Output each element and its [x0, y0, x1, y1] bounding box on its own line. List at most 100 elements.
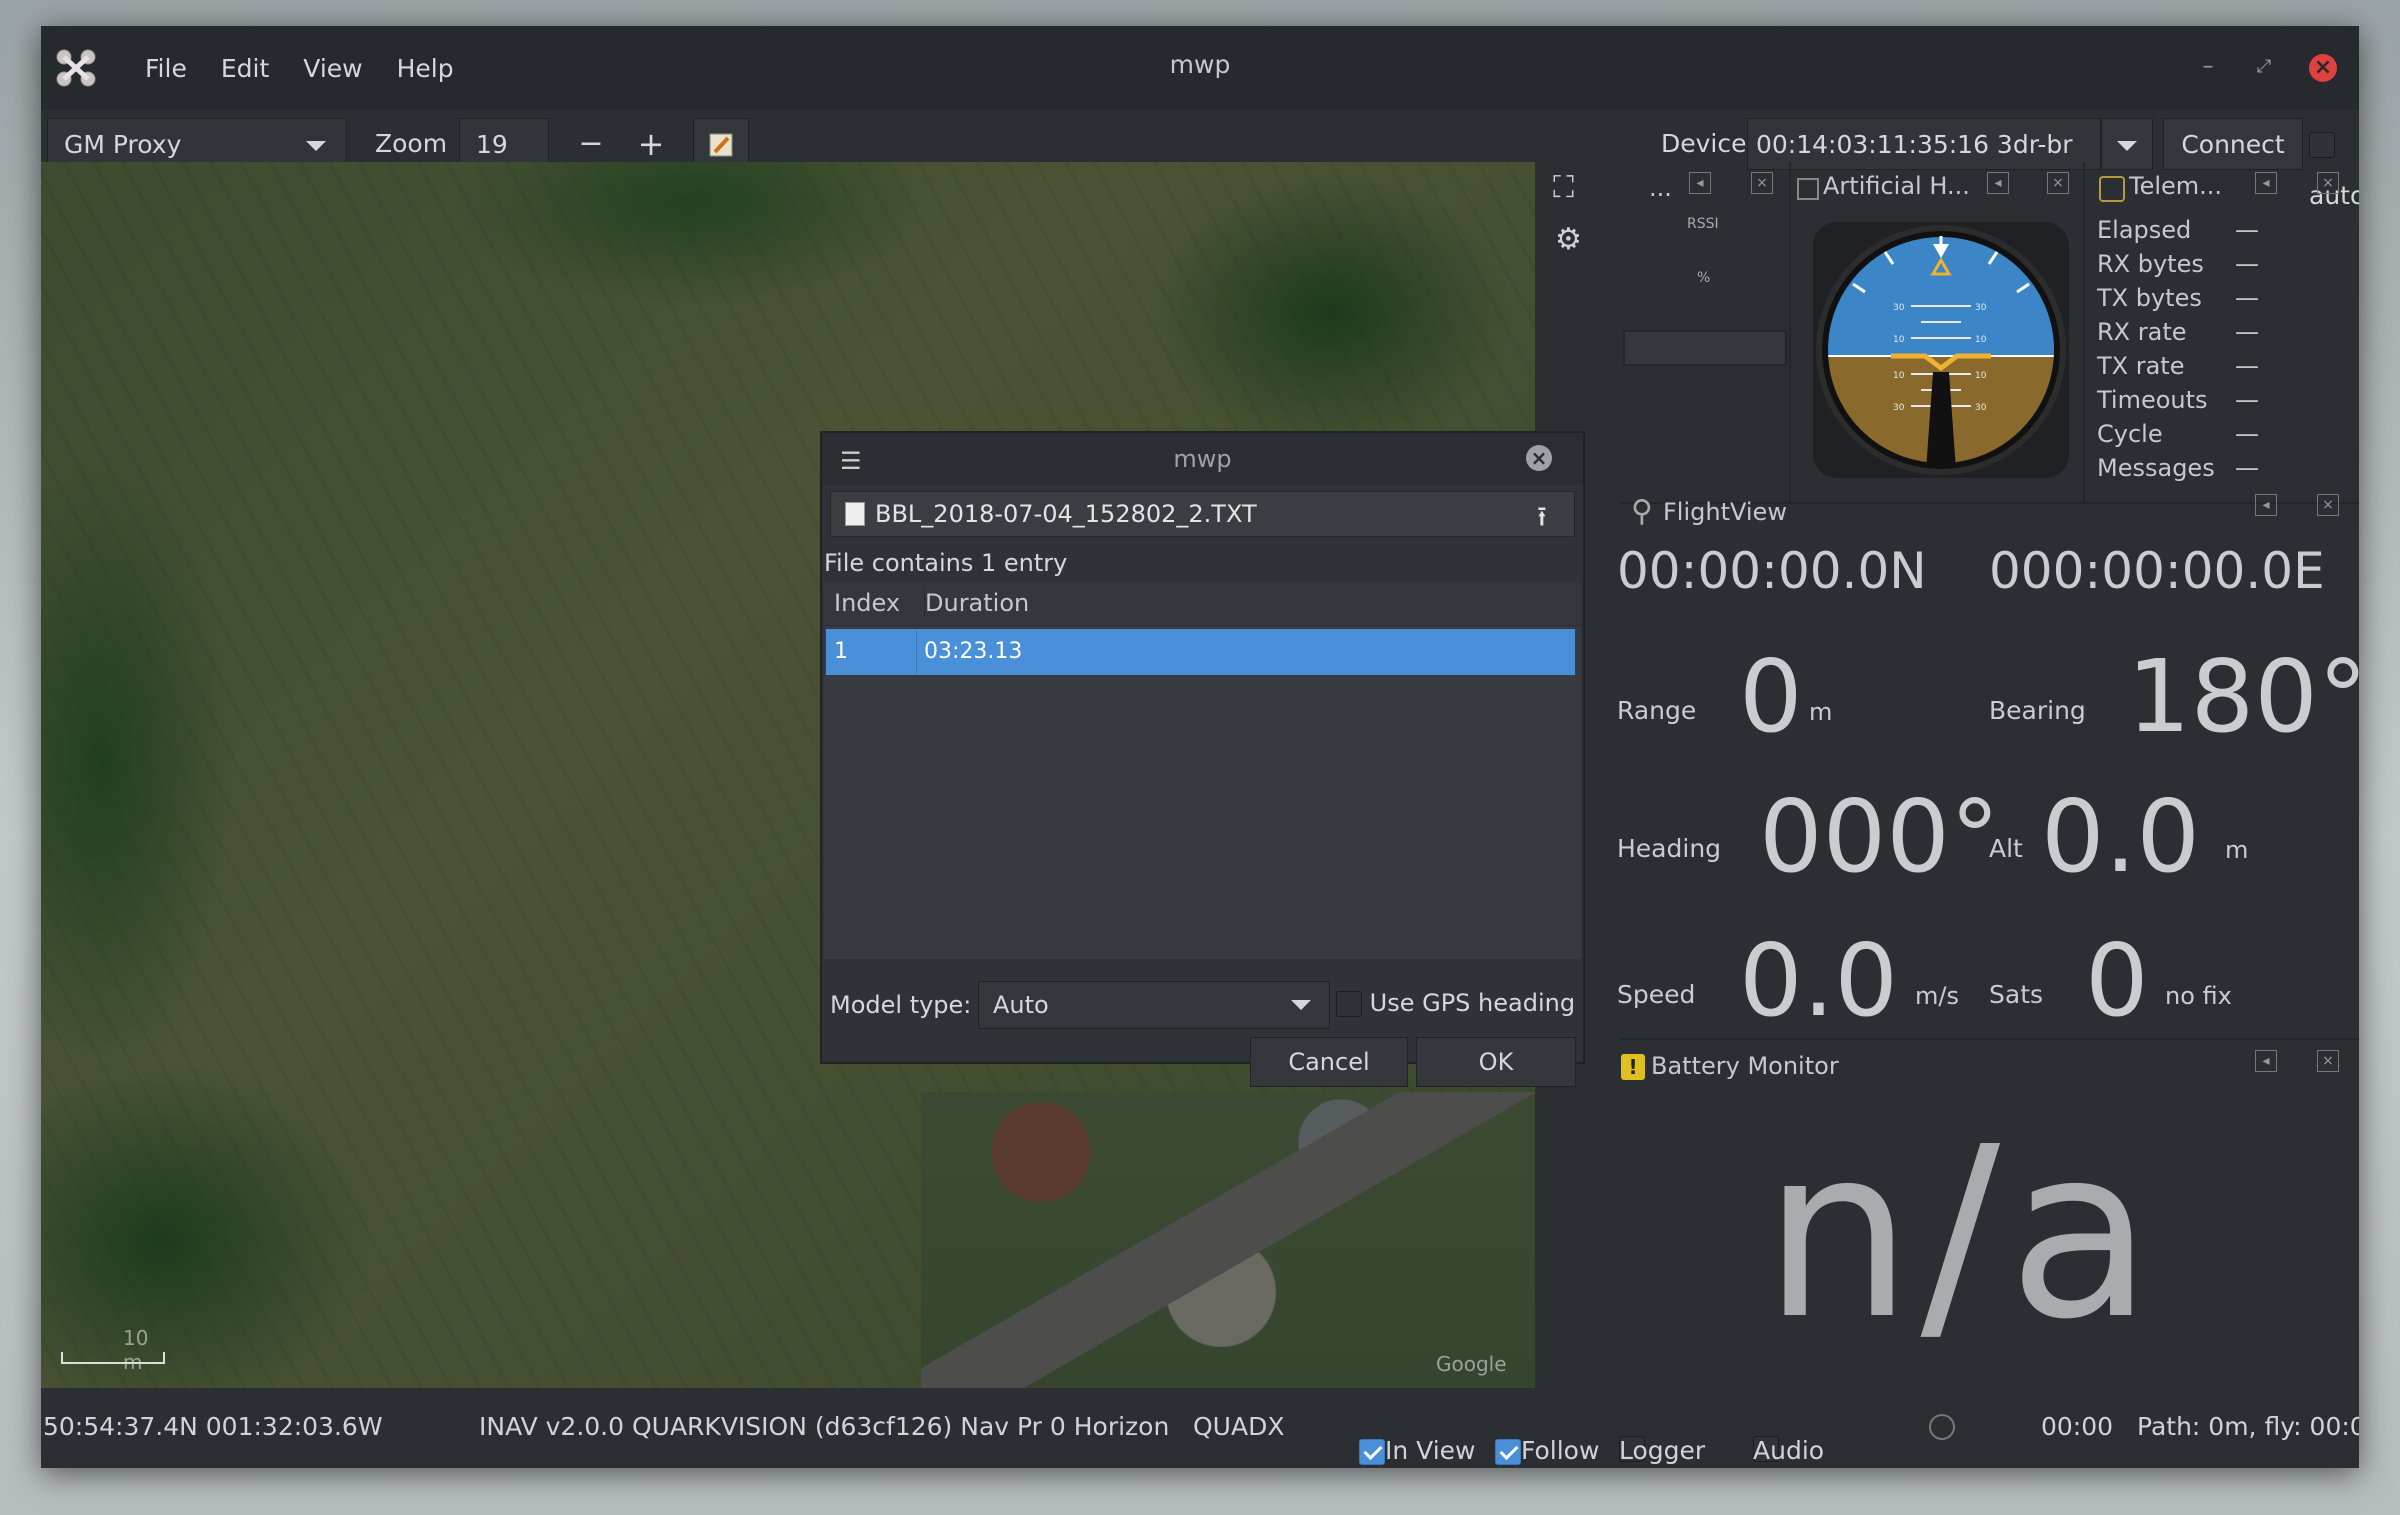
minimize-icon[interactable]: –: [2191, 50, 2225, 84]
telemetry-panel-title: Telem...: [2129, 172, 2223, 200]
follow-label: Follow: [1521, 1436, 1600, 1465]
panel-close-icon[interactable]: ×: [1751, 172, 1773, 194]
telemetry-label: TX rate: [2097, 352, 2185, 380]
device-label: Device: [1661, 129, 1747, 158]
svg-text:10: 10: [1975, 371, 1987, 381]
restore-icon[interactable]: ⤢: [2247, 50, 2281, 84]
panel-close-icon[interactable]: ×: [2317, 1050, 2339, 1072]
telemetry-label: Messages: [2097, 454, 2215, 482]
telemetry-value: —: [2235, 420, 2259, 448]
panel-float-icon[interactable]: ◂: [1987, 172, 2009, 194]
panel-float-icon[interactable]: ◂: [2255, 172, 2277, 194]
in-view-toggle[interactable]: In View: [1359, 1412, 1476, 1465]
fullscreen-icon[interactable]: ⛶: [1553, 170, 1574, 205]
gps-heading-toggle[interactable]: Use GPS heading: [1336, 989, 1575, 1017]
menu-help[interactable]: Help: [383, 48, 468, 89]
menu-file[interactable]: File: [131, 48, 201, 89]
warning-icon: !: [1621, 1054, 1645, 1080]
svg-text:10: 10: [1975, 335, 1987, 345]
log-replay-dialog: ☰ mwp × BBL_2018-07-04_152802_2.TXT ⭱ Fi…: [820, 431, 1585, 1087]
speed-unit: m/s: [1915, 982, 1959, 1010]
telemetry-label: TX bytes: [2097, 284, 2202, 312]
flightview-title: FlightView: [1663, 498, 1787, 526]
cancel-button[interactable]: Cancel: [1250, 1037, 1408, 1087]
column-header-duration[interactable]: Duration: [924, 589, 1029, 617]
panel-float-icon[interactable]: ◂: [1689, 172, 1711, 194]
dialog-info: File contains 1 entry: [824, 549, 1068, 577]
telemetry-value: —: [2235, 284, 2259, 312]
telemetry-icon: [2099, 176, 2125, 202]
sats-unit: no fix: [2165, 982, 2232, 1010]
upload-icon[interactable]: ⭱: [1537, 496, 1547, 544]
file-chooser[interactable]: BBL_2018-07-04_152802_2.TXT ⭱: [830, 491, 1575, 537]
telemetry-value: —: [2235, 386, 2259, 414]
model-type-label: Model type:: [830, 991, 972, 1019]
table-row[interactable]: 1 03:23.13: [826, 629, 1575, 675]
column-header-index[interactable]: Index: [834, 589, 900, 617]
cell-divider: [916, 629, 917, 675]
range-label: Range: [1617, 696, 1697, 725]
auto-checkbox[interactable]: [2309, 132, 2335, 158]
device-value: 00:14:03:11:35:16 3dr-br: [1756, 130, 2073, 159]
table-header: Index Duration: [824, 583, 1581, 626]
chevron-down-icon: [2117, 141, 2137, 151]
menu-edit[interactable]: Edit: [207, 48, 283, 89]
map-scale: 10 m: [61, 1326, 165, 1374]
fc-info: INAV v2.0.0 QUARKVISION (d63cf126) Nav P…: [479, 1412, 1170, 1441]
device-input[interactable]: 00:14:03:11:35:16 3dr-br: [1747, 118, 2101, 170]
dialog-close-icon[interactable]: ×: [1526, 445, 1552, 471]
alt-label: Alt: [1989, 834, 2023, 863]
gps-heading-checkbox[interactable]: [1336, 991, 1362, 1017]
dialog-title: mwp: [1173, 445, 1232, 473]
rssi-label: RSSI: [1687, 216, 1719, 232]
ok-button[interactable]: OK: [1416, 1037, 1576, 1087]
in-view-checkbox[interactable]: [1359, 1439, 1385, 1465]
frame-type: QUADX: [1193, 1412, 1285, 1441]
svg-text:10: 10: [1893, 335, 1905, 345]
search-icon: ⚲: [1631, 494, 1653, 529]
gear-icon[interactable]: ⚙: [1555, 222, 1582, 257]
auto-toggle[interactable]: auto: [2309, 118, 2359, 210]
heading-value: 000°: [1759, 778, 2000, 895]
svg-text:30: 30: [1975, 303, 1987, 313]
svg-text:30: 30: [1893, 303, 1905, 313]
svg-text:10: 10: [1893, 371, 1905, 381]
telemetry-label: RX rate: [2097, 318, 2187, 346]
telemetry-value: —: [2235, 318, 2259, 346]
divider: [1789, 162, 1791, 502]
panel-close-icon[interactable]: ×: [2047, 172, 2069, 194]
telemetry-label: Timeouts: [2097, 386, 2208, 414]
range-value: 0: [1739, 638, 1803, 755]
alt-value: 0.0: [2041, 778, 2201, 895]
device-dropdown-button[interactable]: [2101, 118, 2153, 170]
artificial-horizon-gauge: 30 30 10 10 10 10 30 30: [1813, 222, 2069, 478]
speed-label: Speed: [1617, 980, 1696, 1009]
panel-icon: [1797, 178, 1819, 200]
longitude: 000:00:00.0E: [1989, 542, 2325, 600]
follow-toggle[interactable]: Follow: [1495, 1412, 1599, 1465]
menu-bar: File Edit View Help: [131, 26, 468, 110]
chevron-down-icon: [1291, 1000, 1311, 1010]
rssi-panel-title: ...: [1649, 174, 1672, 202]
panel-close-icon[interactable]: ×: [2317, 494, 2339, 516]
scale-label: 10 m: [123, 1326, 149, 1374]
panel-close-icon[interactable]: ×: [2317, 172, 2339, 194]
menu-view[interactable]: View: [289, 48, 376, 89]
panel-float-icon[interactable]: ◂: [2255, 494, 2277, 516]
telemetry-value: —: [2235, 352, 2259, 380]
battery-title: Battery Monitor: [1651, 1052, 1839, 1080]
close-window-icon[interactable]: ×: [2309, 54, 2337, 82]
audio-label: Audio: [1753, 1436, 1825, 1465]
telemetry-label: RX bytes: [2097, 250, 2204, 278]
model-type-value: Auto: [993, 991, 1049, 1019]
bearing-value: 180°: [2127, 638, 2359, 755]
svg-text:30: 30: [1975, 403, 1987, 413]
follow-checkbox[interactable]: [1495, 1439, 1521, 1465]
panel-float-icon[interactable]: ◂: [2255, 1050, 2277, 1072]
telemetry-value: —: [2235, 216, 2259, 244]
row-duration: 03:23.13: [924, 639, 1023, 664]
connect-button[interactable]: Connect: [2163, 118, 2303, 170]
status-indicator-icon: [1929, 1414, 1955, 1440]
svg-text:30: 30: [1893, 403, 1905, 413]
model-type-combo[interactable]: Auto: [978, 981, 1330, 1029]
